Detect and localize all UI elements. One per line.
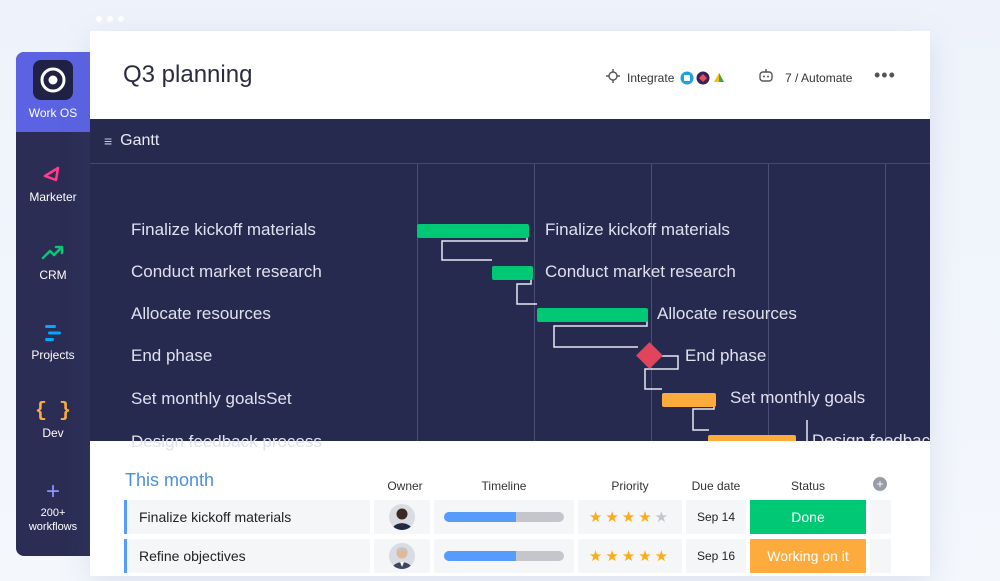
gantt-bar[interactable]	[662, 393, 716, 407]
due-date-cell[interactable]: Sep 16	[686, 539, 746, 573]
column-header-due-date[interactable]: Due date	[686, 479, 746, 493]
status-badge[interactable]: Working on it	[750, 539, 866, 573]
board-card: Q3 planning Integrate 7 / Automate ••• ≡…	[90, 31, 930, 576]
gantt-bar[interactable]	[417, 224, 529, 238]
sidebar-item-label: CRM	[39, 268, 67, 282]
timeline-fill	[444, 512, 516, 522]
window-dots	[96, 16, 124, 22]
sidebar-item-crm[interactable]: CRM	[16, 242, 90, 282]
automate-button[interactable]: 7 / Automate	[757, 68, 852, 87]
avatar	[389, 504, 415, 530]
sidebar-item-label: Work OS	[28, 106, 78, 120]
integration-app-icons	[680, 71, 726, 85]
board-header: Q3 planning Integrate 7 / Automate •••	[90, 31, 930, 119]
gantt-chart: Finalize kickoff materials Conduct marke…	[417, 220, 930, 441]
gantt-milestone[interactable]	[636, 342, 663, 369]
table-row[interactable]: Finalize kickoff materials ★★★★★ Sep 14 …	[124, 500, 891, 534]
gantt-bar-label: Set monthly goals	[730, 388, 865, 407]
table-row[interactable]: Refine objectives ★★★★★ Sep 16 Working o…	[124, 539, 891, 573]
gantt-bar[interactable]	[708, 435, 796, 441]
priority-cell[interactable]: ★★★★★	[578, 500, 682, 534]
gantt-view: ≡ Gantt Finalize kickoff materials Condu…	[90, 119, 930, 451]
timeline-bar	[444, 512, 564, 522]
sidebar-item-workos[interactable]: Work OS	[16, 52, 90, 132]
plus-icon: +	[45, 478, 60, 505]
integrate-icon	[605, 68, 621, 87]
column-header-owner[interactable]: Owner	[380, 479, 430, 493]
gantt-bar[interactable]	[537, 308, 648, 322]
more-options-icon[interactable]: •••	[874, 65, 896, 86]
timeline-cell[interactable]	[434, 539, 574, 573]
rating-stars: ★★★★★	[588, 509, 672, 526]
sidebar-item-workflows[interactable]: + 200+ workflows	[16, 480, 90, 534]
sidebar-item-label: 200+ workflows	[28, 507, 78, 533]
sidebar-item-dev[interactable]: { } Dev	[16, 400, 90, 440]
owner-cell[interactable]	[374, 539, 430, 573]
sidebar-item-projects[interactable]: Projects	[16, 322, 90, 362]
item-name[interactable]: Finalize kickoff materials	[124, 500, 370, 534]
robot-icon	[757, 68, 775, 87]
group-title[interactable]: This month	[125, 470, 214, 491]
column-header-timeline[interactable]: Timeline	[434, 479, 574, 493]
sidebar-item-label: Projects	[31, 348, 75, 362]
gantt-bar-label: End phase	[685, 346, 766, 365]
automate-label: 7 / Automate	[785, 70, 853, 85]
column-header-priority[interactable]: Priority	[578, 479, 682, 493]
timeline-fill	[444, 551, 516, 561]
timeline-cell[interactable]	[434, 500, 574, 534]
column-header-status[interactable]: Status	[750, 479, 866, 493]
due-date-cell[interactable]: Sep 14	[686, 500, 746, 534]
product-sidebar: Work OS Marketer CRM Projects { } Dev + …	[16, 52, 90, 556]
item-name[interactable]: Refine objectives	[124, 539, 370, 573]
timeline-bar	[444, 551, 564, 561]
trend-up-icon	[16, 242, 90, 268]
workos-logo-icon	[33, 60, 73, 100]
gantt-bar[interactable]	[492, 266, 533, 280]
rating-stars: ★★★★★	[588, 548, 672, 565]
gantt-bar-label: Conduct market research	[545, 262, 736, 281]
gantt-bar-label: Design feedbac	[812, 431, 930, 441]
integrate-button[interactable]: Integrate	[605, 68, 726, 87]
avatar	[389, 543, 415, 569]
gantt-bar-label: Finalize kickoff materials	[545, 220, 730, 239]
sidebar-item-label: Marketer	[29, 190, 77, 204]
owner-cell[interactable]	[374, 500, 430, 534]
page-title: Q3 planning	[123, 61, 253, 88]
megaphone-icon	[16, 164, 90, 190]
status-badge[interactable]: Done	[750, 500, 866, 534]
add-column-icon[interactable]: +	[873, 477, 887, 491]
row-extra-cell	[870, 500, 891, 534]
sidebar-item-label: Dev	[42, 426, 64, 440]
priority-cell[interactable]: ★★★★★	[578, 539, 682, 573]
braces-icon: { }	[34, 400, 71, 423]
row-extra-cell	[870, 539, 891, 573]
gantt-bar-label: Allocate resources	[657, 304, 797, 323]
integrate-label: Integrate	[627, 70, 675, 85]
bars-icon	[16, 322, 90, 348]
sidebar-item-marketer[interactable]: Marketer	[16, 164, 90, 204]
